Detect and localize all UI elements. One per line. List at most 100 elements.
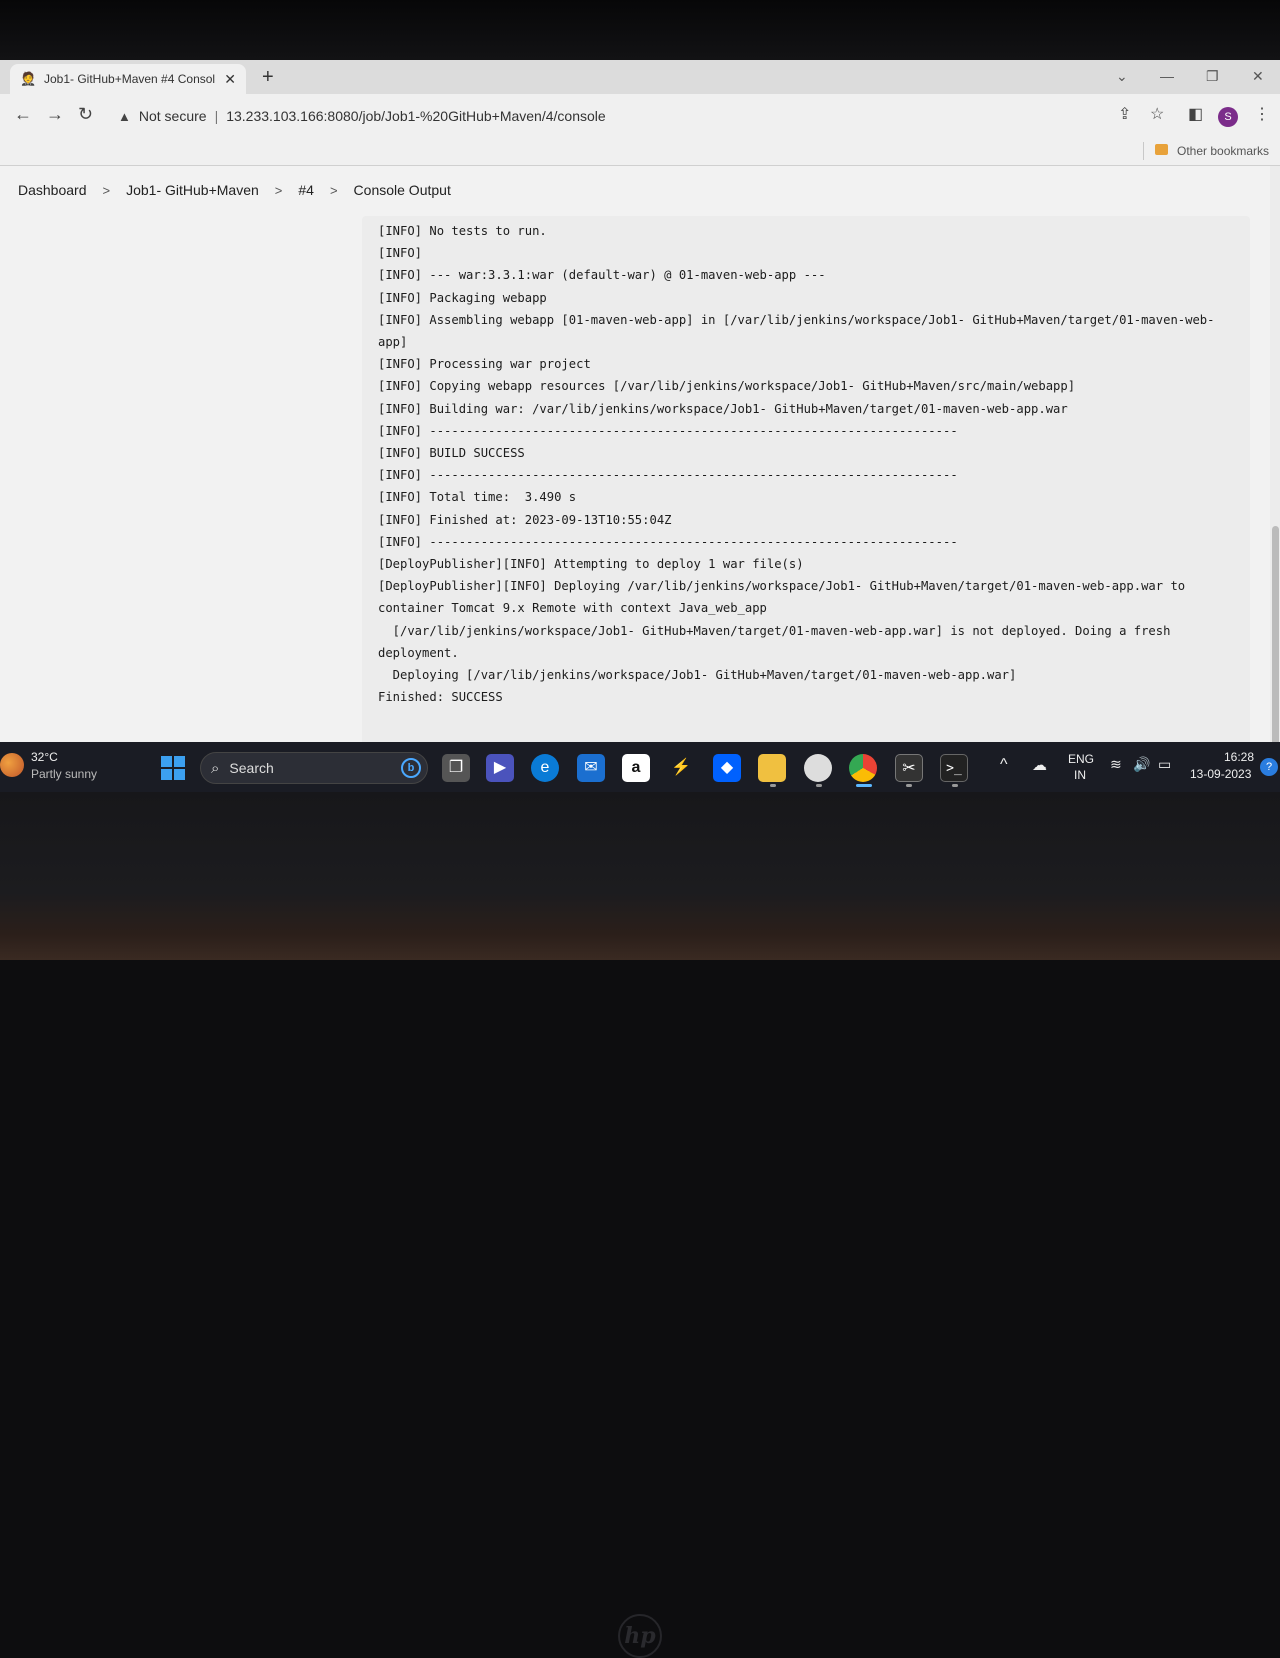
chrome-icon[interactable] <box>849 754 877 782</box>
console-line: [INFO] ---------------------------------… <box>378 468 958 483</box>
new-tab-button[interactable]: + <box>262 66 274 89</box>
battery-icon[interactable]: ▭ <box>1158 756 1171 773</box>
console-line: Deploying [/var/lib/jenkins/workspace/Jo… <box>378 668 1017 683</box>
windows-taskbar: 32°C Partly sunny ⌕ Search b ❐ ▶ e ✉ a ⚡… <box>0 742 1280 792</box>
console-line: [INFO] --- war:3.3.1:war (default-war) @… <box>378 268 826 283</box>
console-line: [INFO] ---------------------------------… <box>378 534 958 549</box>
file-explorer-icon[interactable] <box>758 754 786 782</box>
taskbar-search-box[interactable]: ⌕ Search b <box>200 752 428 784</box>
console-line: [INFO] No tests to run. <box>378 224 547 238</box>
amazon-icon[interactable]: a <box>622 754 650 782</box>
weather-sun-icon[interactable] <box>0 753 24 777</box>
browser-toolbar: ← → ↻ ▲ Not secure | 13.233.103.166:8080… <box>0 94 1280 136</box>
console-line: [INFO] Finished at: 2023-09-13T10:55:04Z <box>378 512 672 527</box>
chevron-right-icon: > <box>102 182 111 198</box>
breadcrumb-build[interactable]: #4 <box>296 182 316 198</box>
browser-tab-strip: 🤵 Job1- GitHub+Maven #4 Consol ✕ + ⌄ — ❐… <box>0 60 1280 94</box>
bookmarks-divider <box>1143 142 1144 160</box>
bing-icon[interactable]: b <box>401 758 421 778</box>
photo-bezel-top <box>0 0 1280 60</box>
search-label: Search <box>229 760 274 776</box>
console-line: deployment. <box>378 645 459 660</box>
console-line: [INFO] <box>378 246 423 261</box>
tab-search-chevron-down-icon[interactable]: ⌄ <box>1116 68 1128 85</box>
breadcrumb-console-output[interactable]: Console Output <box>352 182 453 198</box>
profile-avatar[interactable]: S <box>1218 107 1238 127</box>
menu-kebab-icon[interactable]: ⋮ <box>1254 104 1270 124</box>
winget-app-icon[interactable]: ⚡ <box>667 754 695 782</box>
address-bar[interactable]: ▲ Not secure | 13.233.103.166:8080/job/J… <box>112 102 1112 130</box>
chrome-active-indicator <box>856 784 872 787</box>
share-icon[interactable]: ⇪ <box>1118 104 1131 124</box>
volume-icon[interactable]: 🔊 <box>1133 756 1150 773</box>
bookmarks-bar: Other bookmarks <box>0 136 1280 166</box>
language-code[interactable]: ENG <box>1068 752 1094 766</box>
terminal-running-indicator <box>952 784 958 787</box>
dropbox-icon[interactable]: ◆ <box>713 754 741 782</box>
weather-description[interactable]: Partly sunny <box>31 767 97 781</box>
breadcrumb-job[interactable]: Job1- GitHub+Maven <box>124 182 261 198</box>
chrome-profile-running-indicator <box>816 784 822 787</box>
hp-logo-icon: hp <box>618 1614 662 1658</box>
console-line: Finished: SUCCESS <box>378 690 503 705</box>
minimize-icon[interactable]: — <box>1160 68 1174 84</box>
windows-start-icon[interactable] <box>161 756 185 780</box>
laptop-bezel-bottom: hp <box>0 792 1280 1658</box>
address-separator: | <box>214 108 219 124</box>
tab-title: Job1- GitHub+Maven #4 Consol <box>44 72 216 86</box>
jenkins-page: Dashboard > Job1- GitHub+Maven > #4 > Co… <box>0 166 1280 792</box>
chevron-right-icon: > <box>329 182 338 198</box>
console-line: container Tomcat 9.x Remote with context… <box>378 601 767 616</box>
tab-close-icon[interactable]: ✕ <box>224 71 236 88</box>
folder-icon <box>1155 144 1168 155</box>
console-line: [INFO] Processing war project <box>378 357 591 372</box>
console-line: [INFO] ---------------------------------… <box>378 423 958 438</box>
wifi-icon[interactable]: ≋ <box>1110 756 1122 773</box>
task-view-icon[interactable]: ❐ <box>442 754 470 782</box>
edge-icon[interactable]: e <box>531 754 559 782</box>
console-line: [INFO] Assembling webapp [01-maven-web-a… <box>378 312 1215 327</box>
language-region[interactable]: IN <box>1074 768 1086 782</box>
console-line: [INFO] Building war: /var/lib/jenkins/wo… <box>378 401 1068 416</box>
terminal-icon[interactable]: >_ <box>940 754 968 782</box>
browser-tab-active[interactable]: 🤵 Job1- GitHub+Maven #4 Consol ✕ <box>10 64 246 94</box>
search-icon: ⌕ <box>211 759 220 777</box>
other-bookmarks-link[interactable]: Other bookmarks <box>1177 144 1269 158</box>
console-line: app] <box>378 335 408 350</box>
close-window-icon[interactable]: ✕ <box>1252 68 1264 85</box>
chrome-profile-icon[interactable] <box>804 754 832 782</box>
console-line: [/var/lib/jenkins/workspace/Job1- GitHub… <box>378 623 1171 638</box>
bookmark-star-icon[interactable]: ☆ <box>1150 104 1164 124</box>
back-icon[interactable]: ← <box>14 104 32 125</box>
chevron-up-icon[interactable]: ^ <box>1000 756 1008 774</box>
security-label[interactable]: Not secure <box>139 108 207 124</box>
console-line: [INFO] BUILD SUCCESS <box>378 446 525 461</box>
console-line: [INFO] Copying webapp resources [/var/li… <box>378 379 1076 394</box>
onedrive-icon[interactable]: ☁ <box>1032 756 1047 774</box>
explorer-running-indicator <box>770 784 776 787</box>
console-line: [INFO] Packaging webapp <box>378 290 547 305</box>
console-line: [INFO] Total time: 3.490 s <box>378 490 577 505</box>
clock-time[interactable]: 16:28 <box>1224 750 1254 764</box>
reload-icon[interactable]: ↻ <box>78 104 93 125</box>
breadcrumb-dashboard[interactable]: Dashboard <box>16 182 89 198</box>
side-panel-icon[interactable]: ◧ <box>1188 104 1203 124</box>
laptop-screen: 🤵 Job1- GitHub+Maven #4 Consol ✕ + ⌄ — ❐… <box>0 60 1280 792</box>
snipping-tool-icon[interactable]: ✂ <box>895 754 923 782</box>
console-line: [DeployPublisher][INFO] Attempting to de… <box>378 557 804 572</box>
url-text[interactable]: 13.233.103.166:8080/job/Job1-%20GitHub+M… <box>226 108 605 124</box>
snipping-running-indicator <box>906 784 912 787</box>
forward-icon[interactable]: → <box>46 104 64 125</box>
mail-icon[interactable]: ✉ <box>577 754 605 782</box>
warning-triangle-icon: ▲ <box>118 108 131 124</box>
console-output: [INFO] No tests to run. [INFO] [INFO] --… <box>362 216 1250 776</box>
notification-badge-icon[interactable]: ? <box>1260 758 1278 776</box>
weather-temperature[interactable]: 32°C <box>31 750 58 764</box>
chevron-right-icon: > <box>274 182 283 198</box>
jenkins-favicon-icon: 🤵 <box>20 71 37 86</box>
clock-date[interactable]: 13-09-2023 <box>1190 767 1251 781</box>
breadcrumb: Dashboard > Job1- GitHub+Maven > #4 > Co… <box>16 182 453 198</box>
teams-chat-icon[interactable]: ▶ <box>486 754 514 782</box>
page-scrollbar[interactable] <box>1270 166 1280 792</box>
restore-icon[interactable]: ❐ <box>1206 68 1219 85</box>
